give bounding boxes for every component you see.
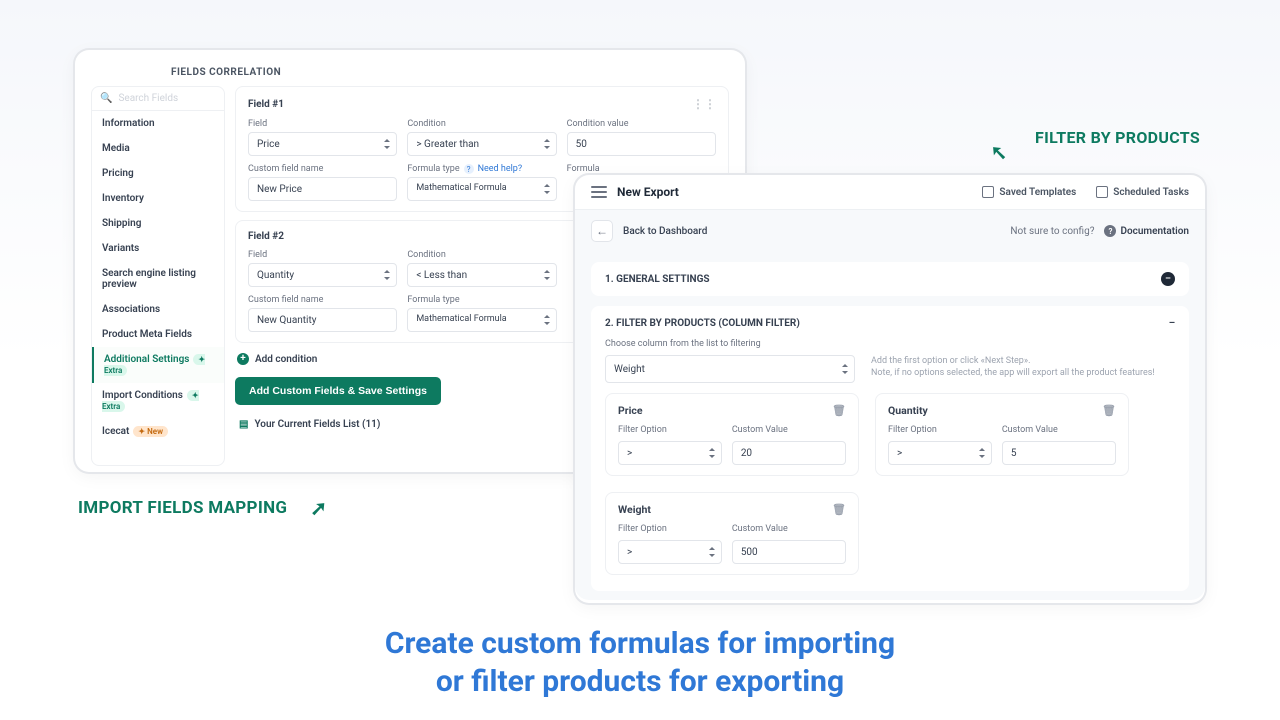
choose-column-hint: Choose column from the list to filtering xyxy=(605,339,1175,349)
not-sure-text: Not sure to config? xyxy=(1010,226,1094,237)
export-header: New Export Saved Templates Scheduled Tas… xyxy=(575,175,1205,210)
condition-label: Condition xyxy=(407,250,556,260)
plus-icon: + xyxy=(237,353,249,365)
filter-option-label: Filter Option xyxy=(618,524,722,534)
custom-value-input[interactable]: 500 xyxy=(732,540,846,564)
custom-field-name-label: Custom field name xyxy=(248,295,397,305)
sidebar-item-icecat[interactable]: Icecat✦ New xyxy=(92,419,224,444)
field-select[interactable]: Quantity xyxy=(248,263,397,287)
side-hint: Add the first option or click «Next Step… xyxy=(871,355,1155,379)
custom-value-input[interactable]: 5 xyxy=(1002,441,1116,465)
section-general-settings[interactable]: 1. GENERAL SETTINGS – xyxy=(591,262,1189,296)
current-fields-list-label: Your Current Fields List (11) xyxy=(254,419,380,430)
sidebar-item-variants[interactable]: Variants xyxy=(92,236,224,261)
filter-option-label: Filter Option xyxy=(618,425,722,435)
column-select[interactable]: Weight xyxy=(605,355,855,383)
sidebar-item-meta-fields[interactable]: Product Meta Fields xyxy=(92,322,224,347)
page-title: New Export xyxy=(617,185,679,199)
field-card-title: Field #2 xyxy=(248,231,284,242)
filter-option-select[interactable]: > xyxy=(618,540,722,564)
marketing-caption: Create custom formulas for importing or … xyxy=(0,625,1280,700)
custom-value-input[interactable]: 20 xyxy=(732,441,846,465)
formula-type-select[interactable]: Mathematical Formula xyxy=(407,308,556,332)
field-label: Field xyxy=(248,119,397,129)
condition-select[interactable]: > Greater than xyxy=(407,132,556,156)
filter-option-select[interactable]: > xyxy=(618,441,722,465)
section-filter-by-products: 2. FILTER BY PRODUCTS (COLUMN FILTER) – … xyxy=(591,306,1189,591)
help-icon[interactable]: ? xyxy=(464,164,474,174)
custom-value-label: Custom Value xyxy=(732,524,846,534)
fields-correlation-title: FIELDS CORRELATION xyxy=(171,67,729,78)
field-card-title: Field #1 xyxy=(248,99,284,110)
filter-option-label: Filter Option xyxy=(888,425,992,435)
formula-type-select[interactable]: Mathematical Formula xyxy=(407,177,556,201)
custom-field-name-input[interactable]: New Price xyxy=(248,177,397,201)
formula-type-label: Formula type ? Need help? xyxy=(407,164,556,174)
annotation-filter-by-products: ➚ FILTER BY PRODUCTS xyxy=(1035,128,1200,147)
help-icon: ? xyxy=(1104,225,1116,237)
condition-value-input[interactable]: 50 xyxy=(567,132,716,156)
back-arrow-icon: ← xyxy=(591,220,613,242)
saved-templates-link[interactable]: Saved Templates xyxy=(982,186,1076,198)
custom-value-label: Custom Value xyxy=(1002,425,1116,435)
collapse-icon[interactable]: – xyxy=(1169,318,1175,329)
section-title: 2. FILTER BY PRODUCTS (COLUMN FILTER) xyxy=(605,318,800,329)
arrow-icon: ➚ xyxy=(310,496,327,520)
trash-icon[interactable]: 🗑 xyxy=(1102,404,1116,417)
calendar-icon xyxy=(1096,186,1108,198)
add-custom-fields-save-button[interactable]: Add Custom Fields & Save Settings xyxy=(235,377,441,405)
need-help-link[interactable]: Need help? xyxy=(478,164,523,174)
export-filter-panel: New Export Saved Templates Scheduled Tas… xyxy=(575,175,1205,603)
sidebar-item-pricing[interactable]: Pricing xyxy=(92,161,224,186)
sidebar-item-media[interactable]: Media xyxy=(92,136,224,161)
filter-name: Quantity xyxy=(888,404,928,417)
sidebar-item-associations[interactable]: Associations xyxy=(92,297,224,322)
formula-label: Formula xyxy=(567,164,716,174)
filter-card-price: Price 🗑 Filter Option > Custom Value 20 xyxy=(605,393,859,476)
documentation-link[interactable]: ?Documentation xyxy=(1104,225,1189,237)
sidebar-item-shipping[interactable]: Shipping xyxy=(92,211,224,236)
drag-handle-icon[interactable]: ⋮⋮ xyxy=(692,97,716,111)
export-subheader: ← Back to Dashboard Not sure to config? … xyxy=(575,210,1205,252)
new-badge: ✦ New xyxy=(133,426,168,437)
field-label: Field xyxy=(248,250,397,260)
fields-sidebar: 🔍 Search Fields Information Media Pricin… xyxy=(91,86,225,466)
back-to-dashboard-link[interactable]: ← Back to Dashboard xyxy=(591,220,707,242)
list-icon: ▤ xyxy=(239,419,248,430)
trash-icon[interactable]: 🗑 xyxy=(832,503,846,516)
search-fields-input[interactable]: 🔍 Search Fields xyxy=(92,87,224,111)
annotation-import-fields-mapping: IMPORT FIELDS MAPPING ➚ xyxy=(78,498,287,518)
search-icon: 🔍 xyxy=(100,93,112,104)
sidebar-item-inventory[interactable]: Inventory xyxy=(92,186,224,211)
formula-type-label: Formula type xyxy=(407,295,556,305)
trash-icon[interactable]: 🗑 xyxy=(832,404,846,417)
filter-card-weight: Weight 🗑 Filter Option > Custom Value 500 xyxy=(605,492,859,575)
sidebar-item-seo-preview[interactable]: Search engine listing preview xyxy=(92,261,224,297)
field-select[interactable]: Price xyxy=(248,132,397,156)
filter-name: Weight xyxy=(618,503,651,516)
sidebar-item-additional-settings[interactable]: Additional Settings✦ Extra xyxy=(92,347,224,383)
condition-select[interactable]: < Less than xyxy=(407,263,556,287)
scheduled-tasks-link[interactable]: Scheduled Tasks xyxy=(1096,186,1189,198)
save-icon xyxy=(982,186,994,198)
arrow-icon: ➚ xyxy=(990,140,1007,164)
sidebar-item-information[interactable]: Information xyxy=(92,111,224,136)
condition-label: Condition xyxy=(407,119,556,129)
menu-icon[interactable] xyxy=(591,186,607,198)
condition-value-label: Condition value xyxy=(567,119,716,129)
filter-name: Price xyxy=(618,404,643,417)
custom-field-name-input[interactable]: New Quantity xyxy=(248,308,397,332)
custom-value-label: Custom Value xyxy=(732,425,846,435)
filter-option-select[interactable]: > xyxy=(888,441,992,465)
collapse-icon: – xyxy=(1161,272,1175,286)
custom-field-name-label: Custom field name xyxy=(248,164,397,174)
filter-card-quantity: Quantity 🗑 Filter Option > Custom Value 5 xyxy=(875,393,1129,476)
sidebar-item-import-conditions[interactable]: Import Conditions✦ Extra xyxy=(92,383,224,419)
